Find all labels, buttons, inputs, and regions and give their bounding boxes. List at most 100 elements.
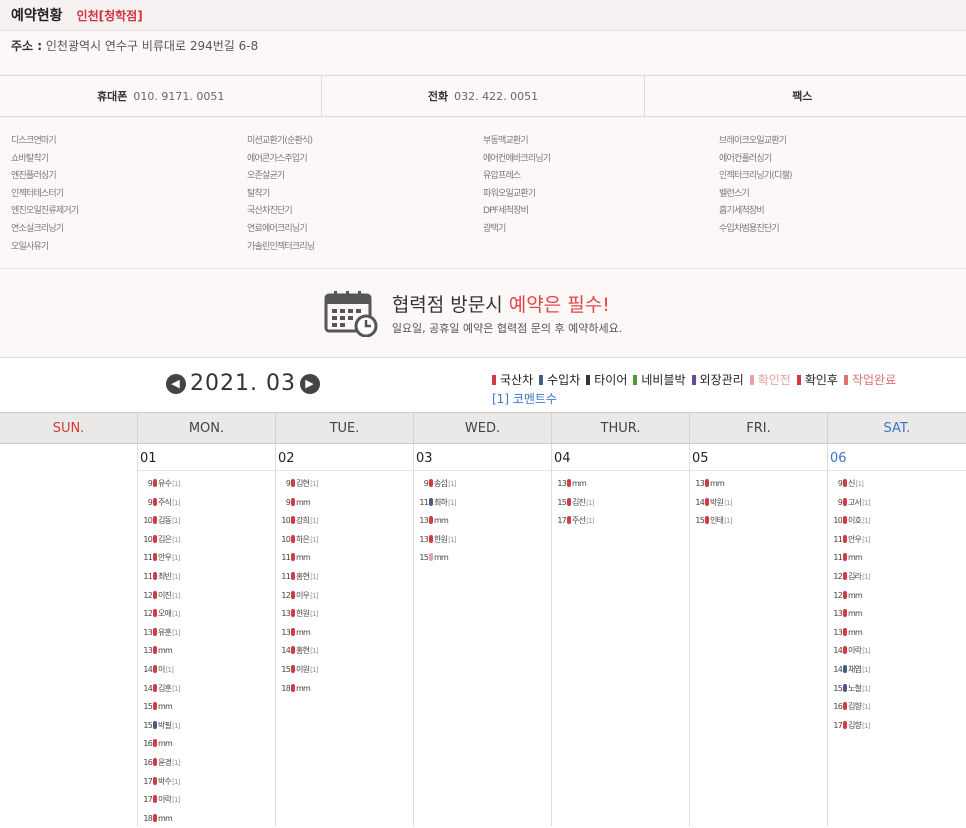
- equipment-item: 미션교환기(순환식): [247, 136, 313, 146]
- reservation-item[interactable]: 17 박수[1]: [138, 773, 275, 792]
- reservation-item[interactable]: 11 홍현[1]: [276, 568, 413, 587]
- reservation-item[interactable]: 10 강희[1]: [276, 512, 413, 531]
- reservation-item[interactable]: 9 유수[1]: [138, 475, 275, 494]
- legend-item: 확인전: [749, 373, 791, 387]
- reservation-item[interactable]: 15 인태[1]: [690, 512, 827, 531]
- day-number[interactable]: 06: [828, 444, 966, 471]
- calendar-week-row: 01 9 유수[1] 9 주식[1] 10 김동[1] 10 김은[1] 11 안우[1] 11 최빈[…: [0, 444, 966, 826]
- reservation-time: 16: [833, 702, 842, 712]
- reservation-item[interactable]: 15 노철[1]: [828, 680, 966, 699]
- reservation-item[interactable]: 13 유훈[1]: [138, 624, 275, 643]
- comment-count: [1]: [172, 610, 180, 619]
- reservation-item[interactable]: 18 mm: [276, 680, 413, 699]
- reservation-item[interactable]: 18 mm: [138, 810, 275, 828]
- reservation-time: 17: [143, 795, 152, 805]
- reservation-item[interactable]: 16 김향[1]: [828, 698, 966, 717]
- reservation-item[interactable]: 13 mm: [552, 475, 689, 494]
- day-number[interactable]: 02: [276, 444, 413, 471]
- reservation-item[interactable]: 11 최하[1]: [414, 494, 551, 513]
- mobile-value[interactable]: 010. 9171. 0051: [133, 90, 224, 103]
- reservation-time: 9: [147, 497, 153, 507]
- reservation-item[interactable]: 13 mm: [276, 624, 413, 643]
- reservation-item[interactable]: 17 주선[1]: [552, 512, 689, 531]
- reservation-item[interactable]: 11 mm: [276, 549, 413, 568]
- reservation-type-marker: [153, 739, 157, 748]
- reservation-item[interactable]: 15 김진[1]: [552, 494, 689, 513]
- reservation-item[interactable]: 10 김동[1]: [138, 512, 275, 531]
- reservation-item[interactable]: 12 이우[1]: [276, 587, 413, 606]
- chevron-right-icon[interactable]: ▶: [299, 373, 320, 394]
- reservation-item[interactable]: 10 하은[1]: [276, 531, 413, 550]
- comment-count: [1]: [448, 480, 456, 488]
- reservation-time: 13: [557, 479, 566, 488]
- reservation-item[interactable]: 9 김현[1]: [276, 475, 413, 494]
- reservation-item[interactable]: 13 mm: [690, 475, 827, 494]
- chevron-left-icon[interactable]: ◀: [166, 373, 186, 394]
- reservation-item[interactable]: 13 mm: [828, 605, 966, 624]
- phone-value[interactable]: 032. 422. 0051: [454, 90, 538, 103]
- reservation-item[interactable]: 16 윤경[1]: [138, 754, 275, 773]
- reservation-item[interactable]: 10 이호[1]: [828, 512, 966, 531]
- reservation-item[interactable]: 11 안우[1]: [828, 531, 966, 550]
- reservation-item[interactable]: 11 mm: [828, 549, 966, 568]
- reservation-time: 10: [143, 516, 152, 526]
- reservation-item[interactable]: 14 박원[1]: [690, 494, 827, 513]
- reservation-time: 13: [143, 627, 152, 637]
- reservation-type-marker: [291, 646, 295, 655]
- equipment-item: 인젝터테스터기: [11, 188, 64, 199]
- reservation-item[interactable]: 12 오애[1]: [138, 605, 275, 624]
- reservation-item[interactable]: 13 한원[1]: [276, 605, 413, 624]
- reservation-item[interactable]: 15 mm: [138, 698, 275, 717]
- equipment-item: 엔진플러싱기: [11, 171, 57, 182]
- reservation-item[interactable]: 15 이원[1]: [276, 661, 413, 680]
- reservation-item[interactable]: 13 mm: [138, 642, 275, 661]
- reservation-item[interactable]: 14 채엽[1]: [828, 661, 966, 680]
- reservation-item[interactable]: 17 이락[1]: [138, 791, 275, 810]
- day-number[interactable]: 04: [552, 444, 689, 471]
- reservation-name: 김훈: [158, 683, 172, 693]
- reservation-item[interactable]: 12 이진[1]: [138, 587, 275, 606]
- reservation-item[interactable]: 11 최빈[1]: [138, 568, 275, 587]
- reservation-type-marker: [843, 571, 847, 580]
- reservation-item[interactable]: 9 mm: [276, 494, 413, 513]
- legend-label: 확인전: [757, 373, 791, 387]
- day-number[interactable]: 01: [138, 444, 275, 471]
- day-number[interactable]: 03: [414, 444, 551, 471]
- reservation-name: mm: [158, 813, 173, 823]
- comment-count: [1]: [172, 554, 180, 563]
- comment-count: [1]: [172, 517, 180, 526]
- reservation-list: 13 mm 15 김진[1] 17 주선[1]: [552, 471, 689, 531]
- reservation-item[interactable]: 10 김은[1]: [138, 531, 275, 550]
- reservation-time: 14: [143, 664, 152, 674]
- day-number[interactable]: 05: [690, 444, 827, 471]
- weekday-thu: THUR.: [552, 413, 690, 443]
- reservation-item[interactable]: 17 김향[1]: [828, 717, 966, 736]
- reservation-item[interactable]: 13 mm: [414, 512, 551, 531]
- reservation-type-marker: [153, 479, 157, 487]
- reservation-time: 13: [281, 609, 290, 619]
- equipment-item: 에어컨에바크리닝기: [483, 153, 551, 164]
- reservation-name: 채엽: [848, 664, 862, 674]
- reservation-item[interactable]: 13 한원[1]: [414, 531, 551, 550]
- reservation-item[interactable]: 14 이[1]: [138, 661, 275, 680]
- reservation-item[interactable]: 14 이락[1]: [828, 642, 966, 661]
- reservation-time: 14: [833, 664, 842, 674]
- reservation-item[interactable]: 12 김라[1]: [828, 568, 966, 587]
- reservation-item[interactable]: 9 신[1]: [828, 475, 966, 494]
- reservation-item[interactable]: 9 주식[1]: [138, 494, 275, 513]
- reservation-type-marker: [429, 534, 433, 543]
- reservation-time: 13: [833, 609, 842, 619]
- reservation-item[interactable]: 12 mm: [828, 587, 966, 606]
- reservation-name: mm: [158, 702, 173, 712]
- reservation-item[interactable]: 14 김훈[1]: [138, 680, 275, 699]
- reservation-time: 11: [419, 497, 428, 507]
- equipment-item: 오존살균기: [247, 171, 285, 182]
- reservation-item[interactable]: 15 mm: [414, 549, 551, 568]
- reservation-item[interactable]: 9 송섭[1]: [414, 475, 551, 494]
- reservation-item[interactable]: 15 박필[1]: [138, 717, 275, 736]
- reservation-item[interactable]: 9 고서[1]: [828, 494, 966, 513]
- reservation-item[interactable]: 11 안우[1]: [138, 549, 275, 568]
- reservation-item[interactable]: 14 홍현[1]: [276, 642, 413, 661]
- reservation-item[interactable]: 13 mm: [828, 624, 966, 643]
- reservation-item[interactable]: 16 mm: [138, 735, 275, 754]
